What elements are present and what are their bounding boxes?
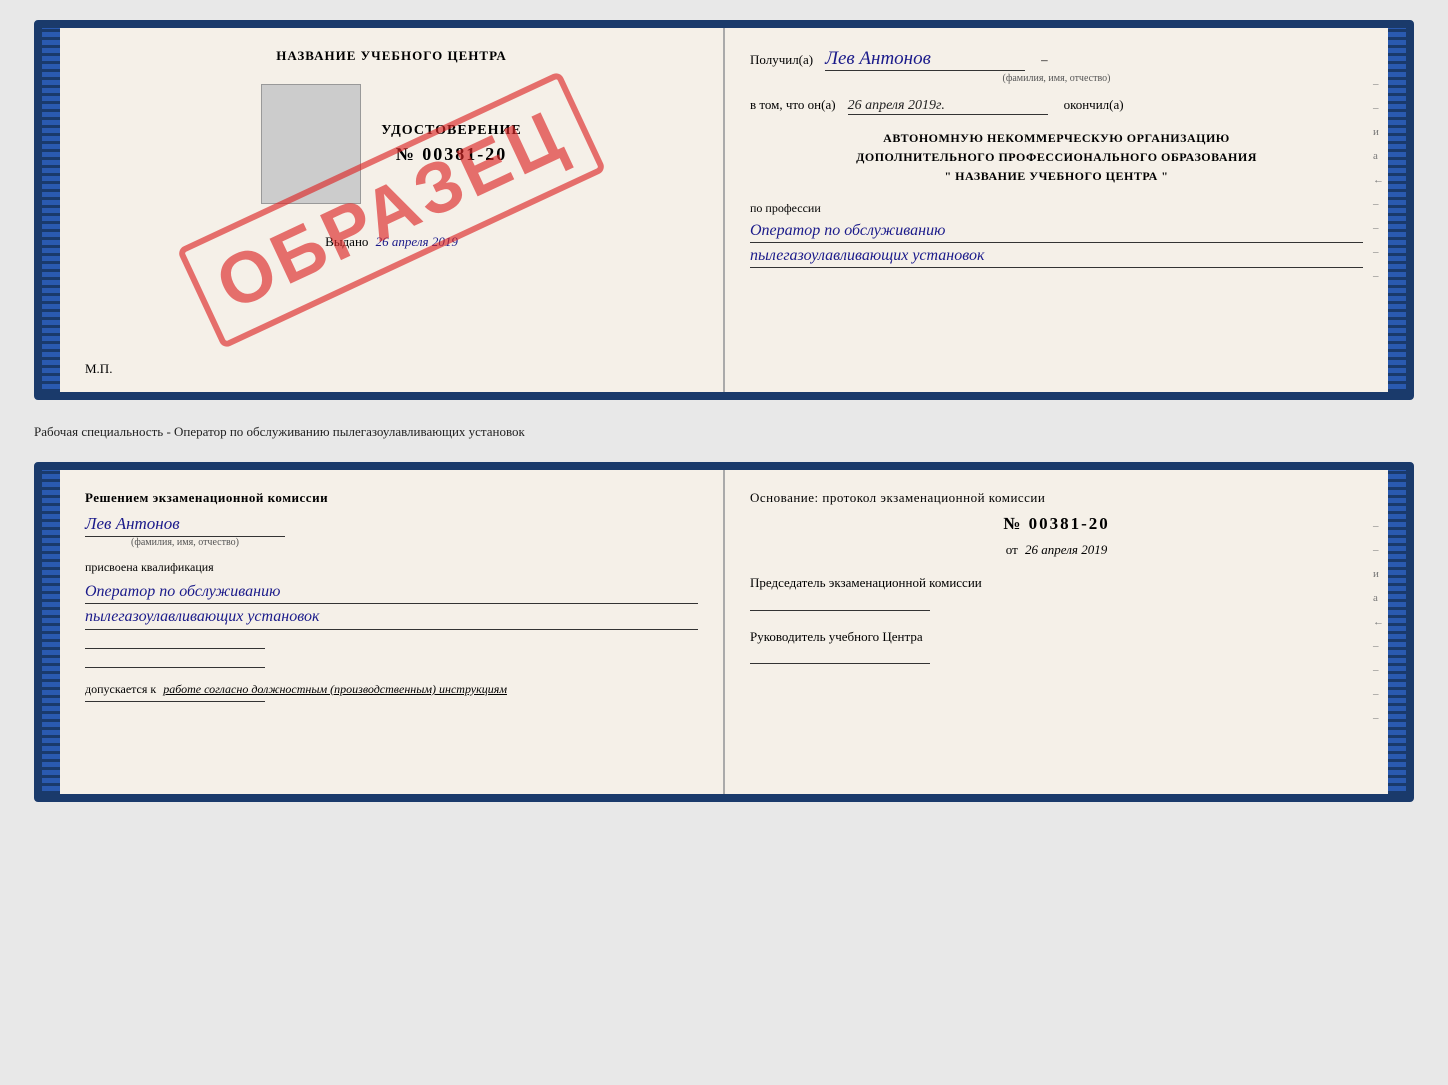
poluchil-label: Получил(а)	[750, 52, 813, 67]
rukovoditel-label: Руководитель учебного Центра	[750, 629, 1363, 645]
vydano-line: Выдано 26 апреля 2019	[325, 234, 458, 250]
profession-line1: Оператор по обслуживанию	[750, 220, 1363, 243]
chairman-signature-line	[750, 610, 930, 611]
protocol-date: от 26 апреля 2019	[750, 542, 1363, 558]
vydano-label: Выдано	[325, 234, 368, 249]
vydano-date: 26 апреля 2019	[376, 234, 458, 249]
cert-number-block: УДОСТОВЕРЕНИЕ № 00381-20	[381, 123, 521, 165]
top-cert-left-page: НАЗВАНИЕ УЧЕБНОГО ЦЕНТРА УДОСТОВЕРЕНИЕ №…	[60, 28, 725, 392]
middle-label: Рабочая специальность - Оператор по обсл…	[34, 416, 1414, 446]
poluchil-section: Получил(а) Лев Антонов – (фамилия, имя, …	[750, 48, 1363, 84]
cert-number: № 00381-20	[396, 144, 508, 165]
udostoverenie-label: УДОСТОВЕРЕНИЕ	[381, 123, 521, 139]
ot-label: от	[1006, 542, 1018, 557]
org-line1: АВТОНОМНУЮ НЕКОММЕРЧЕСКУЮ ОРГАНИЗАЦИЮ	[750, 129, 1363, 148]
name-sublabel: (фамилия, имя, отчество)	[85, 536, 285, 548]
person-name: Лев Антонов	[85, 514, 698, 534]
bottom-profession-line2: пылегазоулавливающих установок	[85, 606, 698, 629]
mp-line: М.П.	[85, 361, 112, 377]
document-container: НАЗВАНИЕ УЧЕБНОГО ЦЕНТРА УДОСТОВЕРЕНИЕ №…	[34, 20, 1414, 802]
osnovanie-label: Основание: протокол экзаменационной коми…	[750, 490, 1363, 506]
decision-text: Решением экзаменационной комиссии	[85, 490, 698, 506]
bottom-spine-right	[1388, 470, 1406, 794]
chairman-label: Председатель экзаменационной комиссии	[750, 574, 1363, 592]
book-spine-left	[42, 28, 60, 392]
signature-line-1	[85, 648, 265, 649]
dopuskaetsya-value: работе согласно должностным (производств…	[163, 682, 507, 696]
dopuskaetsya-label: допускается к	[85, 682, 156, 696]
dash-spacer: –	[1041, 52, 1048, 67]
top-right-side-marks: – – и а ← – – – –	[1373, 78, 1388, 282]
signature-line-2	[85, 667, 265, 668]
bottom-cert-right-page: – – и а ← – – – – Основание: протокол эк…	[725, 470, 1388, 794]
bottom-cert-left-page: Решением экзаменационной комиссии Лев Ан…	[60, 470, 725, 794]
ot-date: 26 апреля 2019	[1025, 542, 1107, 557]
bottom-profession-line1: Оператор по обслуживанию	[85, 581, 698, 604]
vtom-label: в том, что он(а)	[750, 97, 836, 112]
photo-placeholder	[261, 84, 361, 204]
cert-stamp-area: УДОСТОВЕРЕНИЕ № 00381-20	[85, 84, 698, 204]
kvalifikacia-label: присвоена квалификация	[85, 560, 698, 575]
profession-section: по профессии Оператор по обслуживанию пы…	[750, 201, 1363, 269]
org-block: АВТОНОМНУЮ НЕКОММЕРЧЕСКУЮ ОРГАНИЗАЦИЮ ДО…	[750, 129, 1363, 187]
signature-line-3	[85, 701, 265, 702]
bottom-certificate-book: Решением экзаменационной комиссии Лев Ан…	[34, 462, 1414, 802]
bottom-spine-left	[42, 470, 60, 794]
vtom-date: 26 апреля 2019г.	[848, 98, 1048, 115]
top-cert-right-page: – – и а ← – – – – Получил(а) Лев Антонов…	[725, 28, 1388, 392]
cert-title: НАЗВАНИЕ УЧЕБНОГО ЦЕНТРА	[276, 48, 507, 64]
org-line3: " НАЗВАНИЕ УЧЕБНОГО ЦЕНТРА "	[750, 167, 1363, 186]
protocol-number: № 00381-20	[750, 514, 1363, 534]
poluchil-value: Лев Антонов	[825, 48, 1025, 71]
rukovoditel-signature-line	[750, 663, 930, 664]
org-line2: ДОПОЛНИТЕЛЬНОГО ПРОФЕССИОНАЛЬНОГО ОБРАЗО…	[750, 148, 1363, 167]
bottom-right-side-marks: – – и а ← – – – –	[1373, 520, 1388, 724]
top-certificate-book: НАЗВАНИЕ УЧЕБНОГО ЦЕНТРА УДОСТОВЕРЕНИЕ №…	[34, 20, 1414, 400]
fio-sublabel: (фамилия, имя, отчество)	[750, 73, 1363, 84]
profession-label: по профессии	[750, 201, 1363, 216]
dopuskaetsya-section: допускается к работе согласно должностны…	[85, 682, 698, 697]
vtom-section: в том, что он(а) 26 апреля 2019г. окончи…	[750, 96, 1363, 115]
book-spine-right	[1388, 28, 1406, 392]
profession-line2: пылегазоулавливающих установок	[750, 245, 1363, 268]
okonchil-label: окончил(а)	[1064, 97, 1124, 112]
